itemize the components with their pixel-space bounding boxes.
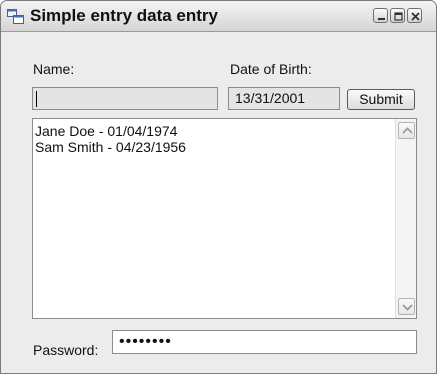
maximize-icon (394, 12, 403, 21)
maximize-button[interactable] (390, 8, 405, 23)
password-label: Password: (33, 342, 99, 358)
password-input-value: •••••••• (119, 333, 172, 350)
submit-button[interactable]: Submit (347, 89, 415, 110)
dob-input[interactable]: 13/31/2001 (228, 87, 340, 110)
chevron-up-icon (402, 127, 413, 134)
dob-input-value: 13/31/2001 (235, 90, 306, 106)
name-input[interactable] (32, 87, 218, 110)
scroll-down-button[interactable] (398, 298, 415, 315)
window-title: Simple entry data entry (30, 6, 219, 25)
minimize-icon (378, 18, 385, 20)
scroll-up-button[interactable] (398, 122, 415, 139)
close-button[interactable] (407, 8, 422, 23)
dob-label: Date of Birth: (230, 61, 312, 77)
text-caret (36, 91, 37, 107)
name-label: Name: (33, 61, 75, 77)
entries-list: Jane Doe - 01/04/1974 Sam Smith - 04/23/… (35, 123, 394, 155)
chevron-down-icon (402, 304, 413, 311)
list-item[interactable]: Jane Doe - 01/04/1974 (35, 123, 394, 139)
app-window-icon[interactable] (7, 9, 24, 24)
app-window: Simple entry data entry Name: Date of Bi… (0, 0, 437, 374)
minimize-button[interactable] (373, 8, 388, 23)
list-item[interactable]: Sam Smith - 04/23/1956 (35, 139, 394, 155)
entries-listbox[interactable]: Jane Doe - 01/04/1974 Sam Smith - 04/23/… (32, 118, 417, 319)
title-bar[interactable]: Simple entry data entry (1, 1, 436, 32)
vertical-scrollbar[interactable] (395, 119, 416, 318)
password-input[interactable]: •••••••• (112, 330, 417, 354)
close-icon (411, 12, 420, 21)
